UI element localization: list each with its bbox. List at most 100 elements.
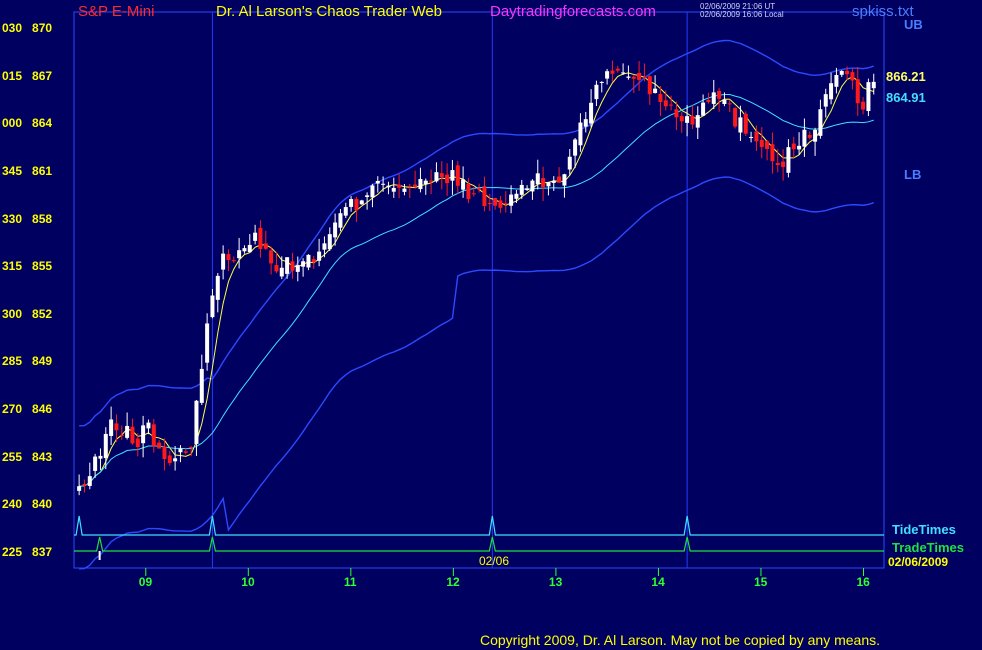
candle-body (546, 182, 551, 187)
candle-body (375, 180, 380, 184)
candle-body (258, 227, 263, 249)
candle-body (381, 183, 386, 185)
candle-body (551, 180, 556, 183)
candle-body (434, 172, 439, 182)
candle-body (221, 253, 226, 270)
candle-body (674, 109, 679, 118)
candle-body (407, 185, 412, 187)
candle-body (765, 141, 770, 149)
candle-body (290, 261, 295, 271)
candle-body (471, 193, 476, 195)
candle-body (663, 100, 668, 107)
candle-body (311, 259, 316, 263)
candle-body (861, 101, 866, 110)
y-tick-price: 852 (32, 306, 53, 321)
candle-body (450, 170, 455, 181)
fast-ma-price: 866.21 (886, 69, 926, 84)
candle-body (359, 200, 364, 205)
chart-background (0, 0, 982, 650)
candle-body (141, 425, 146, 444)
candle-body (237, 250, 242, 259)
x-tick-label: 09 (138, 575, 153, 589)
candle-body (349, 199, 354, 207)
y-tick-price: 858 (32, 211, 53, 226)
trade-times-label: TradeTimes (892, 540, 965, 555)
candle-body (365, 195, 370, 198)
candle-body (466, 184, 471, 200)
candle-body (263, 243, 268, 249)
candle-body (631, 76, 636, 79)
candle-body (605, 71, 610, 79)
y-tick-label: 315 855 (2, 259, 52, 273)
midday-date-marker: 02/06 (479, 554, 510, 568)
candle-body (77, 486, 82, 491)
candle-body (370, 185, 375, 198)
candle-body (717, 90, 722, 99)
candle-body (621, 72, 626, 74)
candle-body (802, 129, 807, 147)
candle-body (781, 161, 786, 168)
candle-body (786, 147, 791, 173)
y-tick-left: 330 (2, 211, 23, 226)
candle-body (269, 250, 274, 264)
candle-body (722, 99, 727, 105)
y-tick-label: 015 867 (2, 69, 52, 83)
symbol-title: S&P E-Mini (78, 3, 155, 20)
x-tick-label: 10 (241, 575, 255, 589)
candle-body (487, 203, 492, 205)
candle-body (279, 267, 284, 277)
candle-body (402, 188, 407, 192)
y-tick-label: 030 870 (2, 21, 52, 35)
y-tick-price: 849 (32, 354, 53, 369)
y-tick-left: 225 (2, 545, 23, 560)
candle-body (322, 243, 327, 250)
candle-body (423, 180, 428, 184)
candle-body (727, 103, 732, 105)
candle-body (205, 323, 210, 363)
candle-body (455, 165, 460, 186)
candle-body (594, 84, 599, 100)
x-tick-label: 15 (753, 575, 768, 589)
y-tick-label: 330 858 (2, 212, 52, 226)
y-tick-left: 240 (2, 497, 23, 512)
candle-body (482, 186, 487, 207)
y-tick-label: 345 861 (2, 164, 52, 178)
candle-body (653, 88, 658, 93)
candle-body (578, 122, 583, 146)
candle-body (626, 76, 631, 78)
y-tick-left: 030 (2, 20, 23, 35)
candle-body (818, 109, 823, 136)
site-name[interactable]: Daytradingforecasts.com (490, 3, 656, 21)
candle-body (461, 179, 466, 190)
candle-body (151, 424, 156, 447)
candle-body (690, 115, 695, 125)
candle-body (743, 113, 748, 134)
y-tick-price: 855 (32, 259, 53, 274)
candle-body (845, 70, 850, 75)
candle-body (733, 108, 738, 127)
candle-body (669, 104, 674, 106)
chaos-trader-chart (0, 0, 982, 650)
candle-body (418, 178, 423, 190)
candle-body (210, 295, 215, 318)
tide-times-label: TideTimes (892, 522, 956, 537)
candle-body (327, 234, 332, 250)
y-tick-left: 285 (2, 354, 23, 369)
candle-body (189, 447, 194, 449)
candle-body (391, 187, 396, 192)
candle-body (306, 254, 311, 268)
candle-body (791, 143, 796, 150)
candle-body (535, 173, 540, 185)
y-tick-label: 255 843 (2, 450, 52, 464)
candle-body (119, 434, 124, 436)
candle-body (477, 188, 482, 190)
y-tick-price: 837 (32, 545, 53, 560)
y-tick-left: 345 (2, 163, 23, 178)
candle-body (775, 163, 780, 166)
y-tick-left: 000 (2, 116, 23, 131)
candle-body (509, 194, 514, 206)
candle-body (525, 188, 530, 191)
candle-body (125, 425, 130, 438)
candle-body (98, 455, 103, 459)
candle-body (247, 244, 252, 253)
